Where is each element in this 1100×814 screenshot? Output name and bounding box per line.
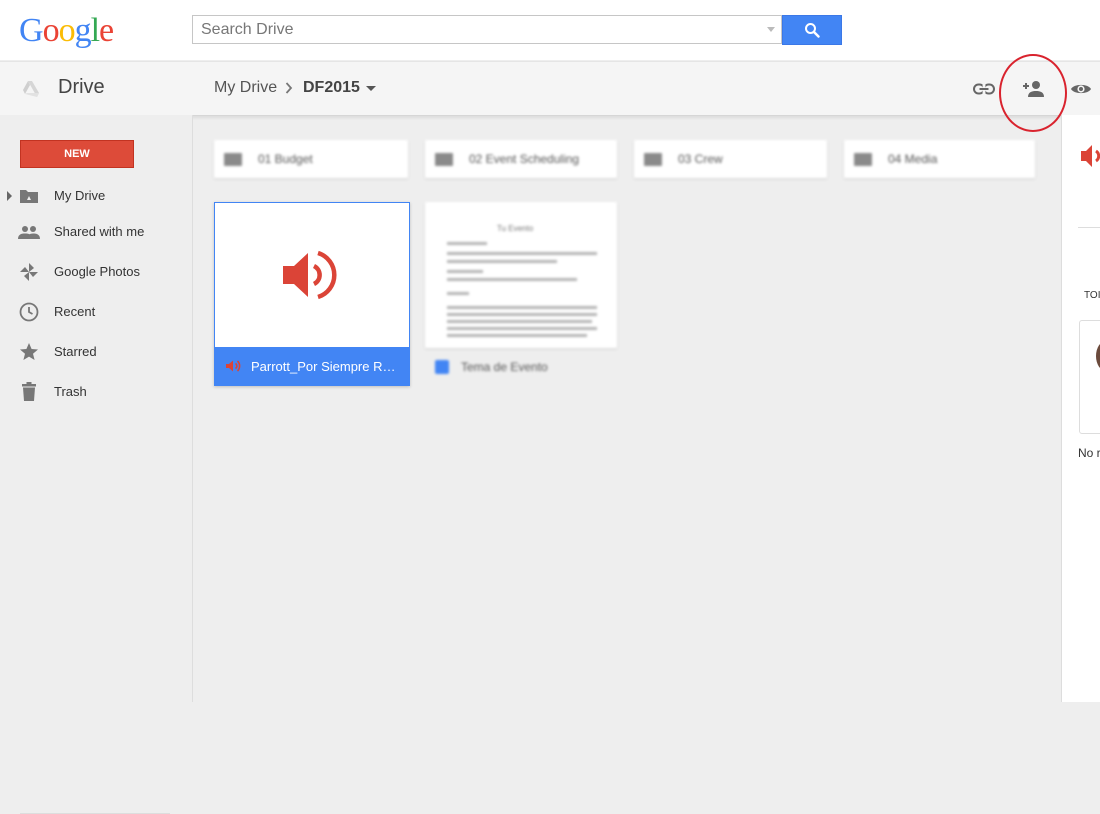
eye-icon xyxy=(1071,84,1091,94)
sidebar-item-my-drive[interactable]: My Drive xyxy=(0,181,192,211)
folder-icon xyxy=(644,152,662,166)
folder-name: 01 Budget xyxy=(258,152,313,166)
logo-letter: l xyxy=(90,12,101,49)
folder-item[interactable]: 03 Crew xyxy=(634,140,827,178)
sidebar-item-label: Google Photos xyxy=(54,264,141,279)
breadcrumb-root[interactable]: My Drive xyxy=(214,79,277,97)
panel-section-label: TOI xyxy=(1084,290,1100,301)
breadcrumb-current[interactable]: DF2015 xyxy=(303,79,360,97)
document-thumbnail: Tu Evento xyxy=(425,202,617,348)
sidebar-item-label: Starred xyxy=(54,344,97,359)
sidebar-item-google-photos[interactable]: Google Photos xyxy=(0,257,192,287)
file-name: Tema de Evento xyxy=(461,360,548,374)
drive-folder-icon xyxy=(18,185,40,207)
speaker-icon xyxy=(1081,145,1100,167)
sidebar: NEW My Drive Shared with me Google Photo… xyxy=(0,115,193,814)
sidebar-item-label: Recent xyxy=(54,304,96,319)
file-footer: Tema de Evento xyxy=(425,348,617,386)
sidebar-item-trash[interactable]: Trash xyxy=(0,377,192,407)
folder-item[interactable]: 01 Budget xyxy=(214,140,408,178)
chevron-down-icon[interactable] xyxy=(366,86,376,91)
panel-footer-text: No r xyxy=(1078,446,1100,460)
sidebar-item-label: My Drive xyxy=(54,188,106,203)
doc-heading: Tu Evento xyxy=(497,224,534,233)
new-button[interactable]: NEW xyxy=(20,140,134,168)
folder-icon xyxy=(224,152,242,166)
trash-icon xyxy=(18,381,40,403)
folder-name: 03 Crew xyxy=(678,152,723,166)
folder-name: 04 Media xyxy=(888,152,938,166)
app-title[interactable]: Drive xyxy=(58,76,105,99)
file-item-audio[interactable]: Parrott_Por Siempre Rey... xyxy=(214,202,410,386)
avatar xyxy=(1096,341,1100,371)
logo-letter: e xyxy=(99,12,114,49)
logo-letter: G xyxy=(19,12,44,49)
drive-toolbar: Drive My Drive DF2015 xyxy=(0,61,1100,116)
audio-file-icon xyxy=(226,360,241,372)
get-link-button[interactable] xyxy=(971,76,997,102)
top-bar: Google xyxy=(0,0,1100,60)
folder-item[interactable]: 02 Event Scheduling xyxy=(425,140,617,178)
pinwheel-icon xyxy=(18,261,40,283)
highlight-annotation-circle xyxy=(999,54,1067,132)
logo-letter: o xyxy=(42,12,60,49)
google-logo[interactable]: Google xyxy=(19,12,114,50)
speaker-icon xyxy=(283,250,337,300)
drive-logo-icon xyxy=(23,81,39,97)
activity-card xyxy=(1079,320,1100,434)
people-icon xyxy=(18,221,40,243)
file-name: Parrott_Por Siempre Rey... xyxy=(251,358,401,374)
logo-letter: g xyxy=(74,12,92,49)
sidebar-item-shared-with-me[interactable]: Shared with me xyxy=(0,217,192,247)
sidebar-item-label: Shared with me xyxy=(54,224,145,239)
sidebar-item-starred[interactable]: Starred xyxy=(0,337,192,367)
chevron-right-icon xyxy=(285,82,293,94)
file-footer: Parrott_Por Siempre Rey... xyxy=(215,347,409,385)
preview-button[interactable] xyxy=(1068,76,1094,102)
search-box xyxy=(192,15,782,44)
doc-icon xyxy=(435,360,449,374)
file-item-document[interactable]: Tu Evento Tema de Evento xyxy=(425,202,617,386)
search-options-caret-icon[interactable] xyxy=(767,27,775,32)
folder-item[interactable]: 04 Media xyxy=(844,140,1035,178)
logo-letter: o xyxy=(58,12,76,49)
link-icon xyxy=(973,83,995,95)
panel-divider xyxy=(1078,227,1100,228)
star-icon xyxy=(18,341,40,363)
folder-icon xyxy=(854,152,872,166)
sidebar-item-recent[interactable]: Recent xyxy=(0,297,192,327)
details-panel: TOI No r xyxy=(1061,115,1100,702)
search-icon xyxy=(805,23,820,38)
search-button[interactable] xyxy=(782,15,842,45)
folder-icon xyxy=(435,152,453,166)
expand-arrow-icon[interactable] xyxy=(7,191,12,201)
search-input[interactable] xyxy=(193,16,769,43)
clock-icon xyxy=(18,301,40,323)
folder-name: 02 Event Scheduling xyxy=(469,152,580,166)
sidebar-item-label: Trash xyxy=(54,384,87,399)
